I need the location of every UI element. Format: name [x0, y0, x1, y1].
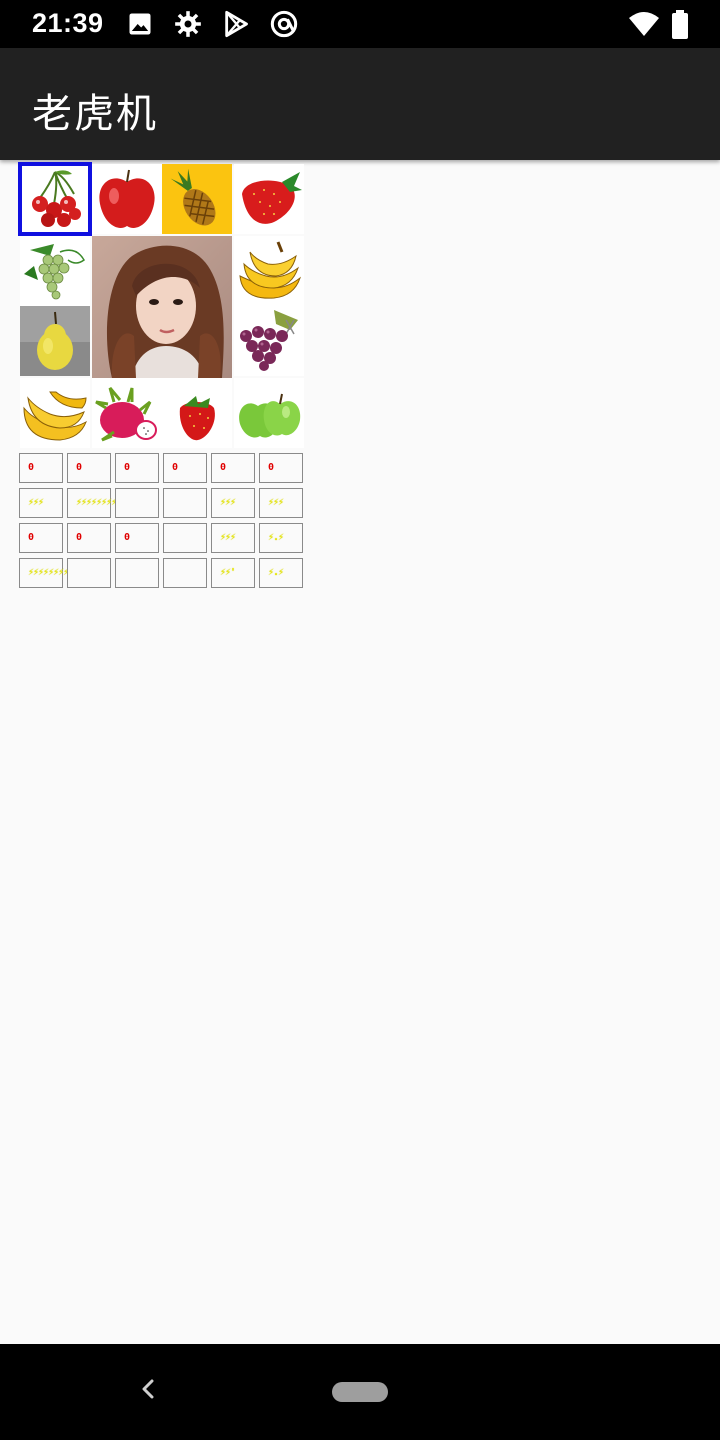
score-display: 0 — [67, 523, 111, 553]
bet-counter: 0 — [259, 453, 303, 483]
slot-cell-pineapple[interactable] — [162, 164, 232, 234]
bet-button[interactable]: ⚡⚡⚡ — [211, 488, 255, 518]
control-button[interactable] — [163, 558, 207, 588]
control-button[interactable]: ⚡.⚡ — [259, 558, 303, 588]
slot-cell-banana[interactable] — [20, 378, 90, 448]
play-store-icon — [222, 10, 250, 38]
slot-cell-grapes-purple[interactable] — [234, 306, 304, 376]
control-button[interactable]: ⚡⚡⚡⚡⚡⚡⚡⚡⚡⚡⚡⚡⚡⚡⚡ — [19, 558, 104, 588]
bet-counter: 0 — [115, 453, 159, 483]
navigation-bar — [0, 1344, 720, 1440]
bet-button[interactable]: ⚡⚡⚡ — [19, 488, 63, 518]
slot-cell-pear[interactable] — [20, 306, 90, 376]
app-title: 老虎机 — [32, 91, 158, 137]
control-button[interactable]: ⚡⚡⚡ — [211, 523, 255, 553]
slot-cell-strawberry[interactable] — [234, 164, 304, 234]
center-photo — [92, 236, 232, 378]
image-icon — [126, 10, 154, 38]
bet-button[interactable]: ⚡⚡⚡⚡⚡⚡⚡⚡⚡⚡⚡⚡ — [67, 488, 137, 518]
status-bar: 21:39 — [0, 0, 720, 48]
at-sign-icon — [270, 10, 298, 38]
bet-button[interactable]: ⚡⚡⚡ — [259, 488, 303, 518]
app-bar: 老虎机 — [0, 48, 720, 160]
bet-counter: 0 — [211, 453, 255, 483]
score-display: 0 — [19, 523, 63, 553]
bet-button[interactable] — [115, 488, 159, 518]
slot-cell-dragon-fruit[interactable] — [92, 378, 162, 448]
slot-cell-apple[interactable] — [92, 164, 162, 234]
slot-cell-banana[interactable] — [234, 236, 304, 306]
control-button[interactable] — [115, 558, 159, 588]
wifi-icon — [628, 10, 660, 38]
slot-cell-apple-green[interactable] — [234, 378, 304, 448]
battery-icon — [670, 10, 690, 39]
settings-icon — [174, 10, 202, 38]
bet-counter: 0 — [19, 453, 63, 483]
bet-counter: 0 — [67, 453, 111, 483]
control-button[interactable]: ⚡⚡' — [211, 558, 255, 588]
slot-cell-strawberry[interactable] — [162, 378, 232, 448]
score-display — [163, 523, 207, 553]
status-time: 21:39 — [32, 8, 104, 38]
bet-counter: 0 — [163, 453, 207, 483]
slot-cell-cherry[interactable] — [18, 162, 92, 236]
slot-board — [18, 162, 304, 448]
control-button[interactable]: ⚡.⚡ — [259, 523, 303, 553]
slot-cell-grapes-green[interactable] — [20, 236, 90, 306]
home-pill-icon[interactable] — [332, 1382, 388, 1407]
control-button[interactable] — [67, 558, 111, 588]
bet-button[interactable] — [163, 488, 207, 518]
back-icon[interactable] — [136, 1364, 160, 1414]
score-display: 0 — [115, 523, 159, 553]
